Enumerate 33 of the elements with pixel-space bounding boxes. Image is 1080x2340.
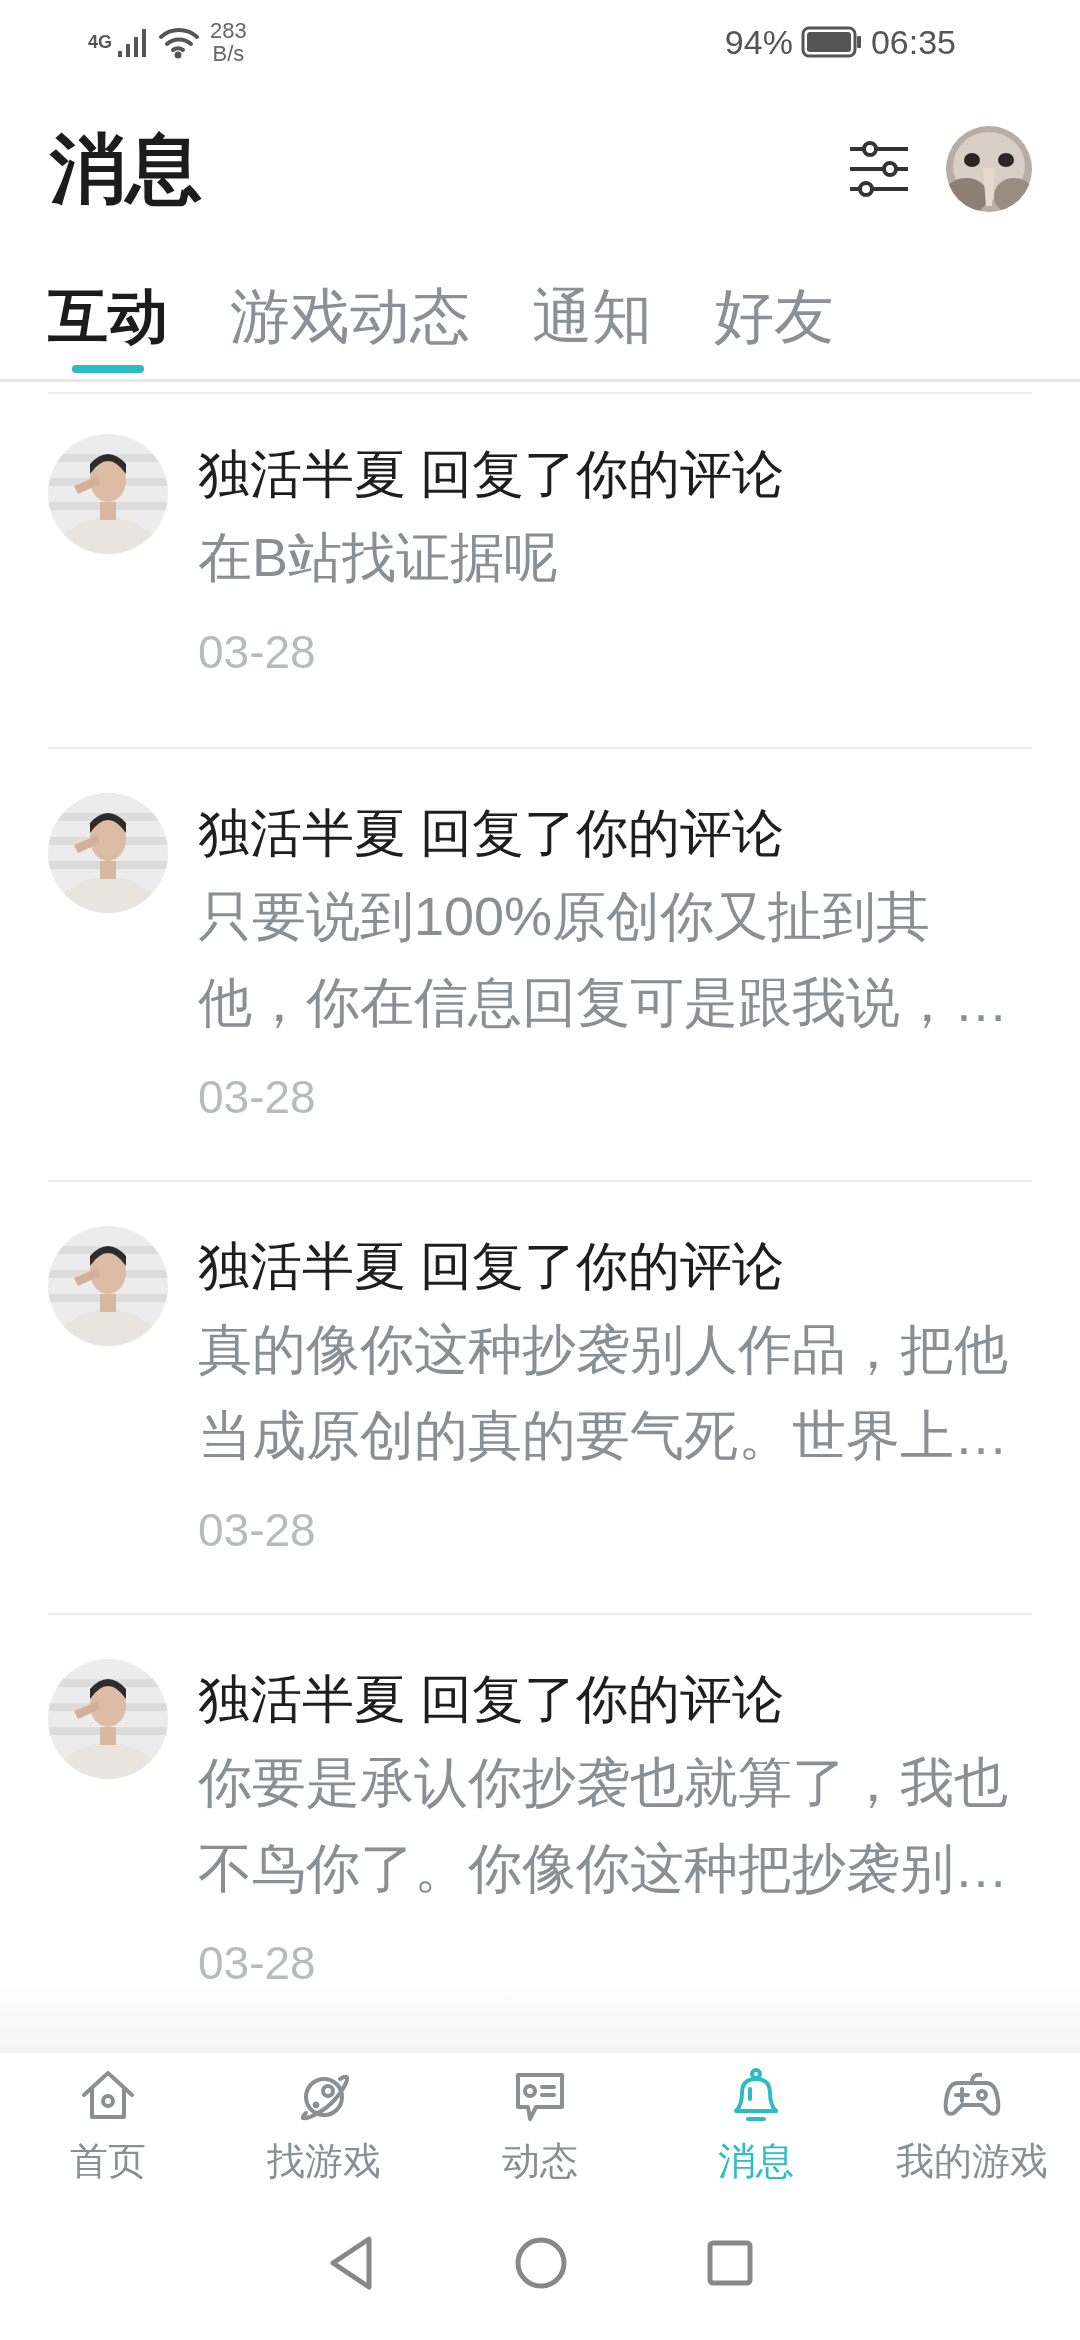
- message-title: 独活半夏 回复了你的评论: [198, 803, 786, 864]
- network-label: 4G: [88, 31, 112, 54]
- message-title: 独活半夏 回复了你的评论: [198, 1669, 786, 1730]
- message-date: 03-28: [198, 1503, 317, 1558]
- message-date: 03-28: [198, 625, 317, 680]
- message-title: 独活半夏 回复了你的评论: [198, 444, 786, 505]
- nav-tab[interactable]: 我的游戏: [864, 2053, 1080, 2203]
- tab[interactable]: 通知: [532, 254, 652, 379]
- home-circle-icon[interactable]: [515, 2237, 567, 2289]
- back-icon[interactable]: [327, 2235, 375, 2291]
- nav-tab[interactable]: 动态: [432, 2053, 648, 2203]
- nav-tab[interactable]: 首页: [0, 2053, 216, 2203]
- tab[interactable]: 互动: [48, 254, 168, 379]
- message-text: 只要说到100%原创你又扯到其他，你在信息回复可是跟我说，…: [198, 885, 1009, 1034]
- message-text: 在B站找证据呢: [198, 526, 560, 589]
- speed-value: 283: [210, 18, 247, 42]
- message-text: 真的像你这种抄袭别人作品，把他当成原创的真的要气死。世界上…: [198, 1318, 1009, 1467]
- page-title: 消息: [50, 125, 202, 213]
- message-title: 独活半夏 回复了你的评论: [198, 1236, 786, 1297]
- battery-percent: 94%: [724, 21, 793, 63]
- recents-icon[interactable]: [707, 2240, 753, 2286]
- battery-icon: [800, 25, 863, 59]
- nav-tab[interactable]: 消息: [648, 2053, 864, 2203]
- speed-unit: B/s: [211, 42, 246, 66]
- nav-tab[interactable]: 找游戏: [216, 2053, 432, 2203]
- tab[interactable]: 游戏动态: [230, 254, 470, 379]
- message-date: 03-28: [198, 1936, 317, 1991]
- filter-icon[interactable]: [848, 141, 910, 197]
- message-text: 你要是承认你抄袭也就算了，我也不鸟你了。你像你这种把抄袭别…: [198, 1751, 1009, 1900]
- time: 06:35: [870, 21, 956, 63]
- message-date: 03-28: [198, 1070, 317, 1125]
- tab[interactable]: 好友: [714, 254, 834, 379]
- wifi-icon: [158, 25, 202, 59]
